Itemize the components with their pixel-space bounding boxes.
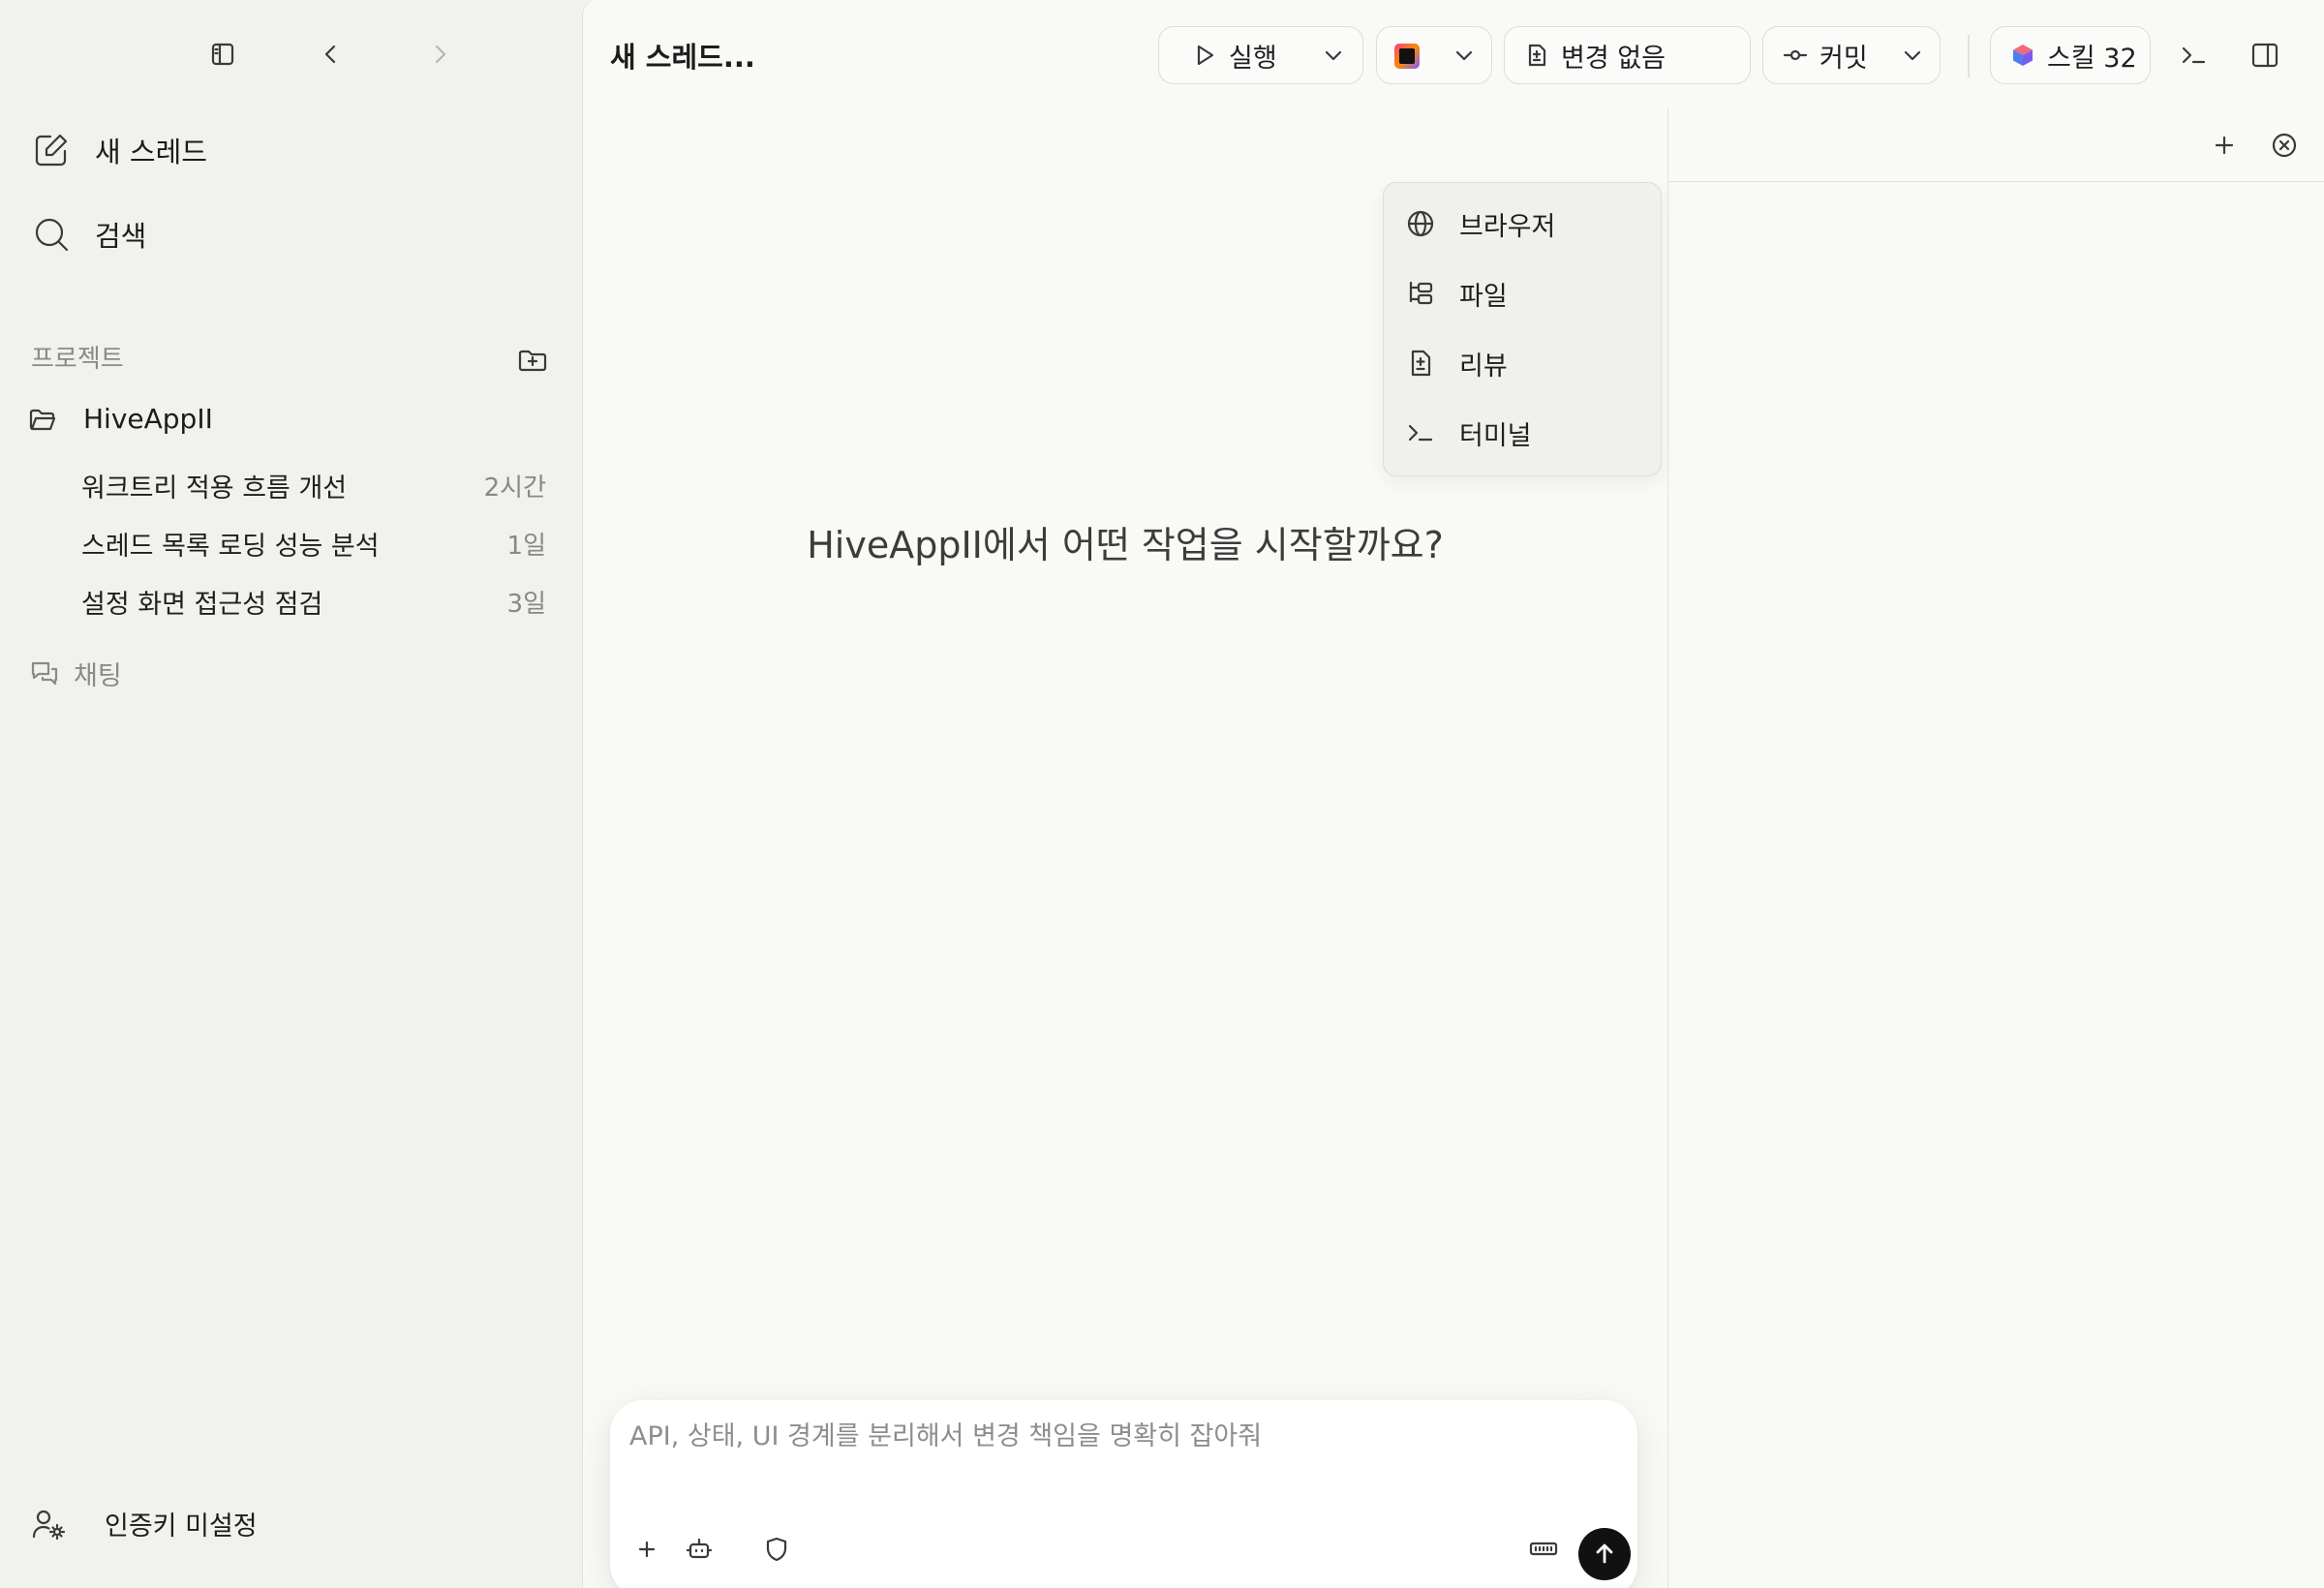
chevron-left-icon xyxy=(324,45,336,64)
close-panel-button[interactable] xyxy=(2265,126,2304,165)
thread-title: 스레드 목록 로딩 성능 분석 xyxy=(81,531,380,562)
menu-item-terminal[interactable]: 터미널 xyxy=(1405,404,1532,462)
ide-button-group[interactable] xyxy=(1376,26,1492,84)
folder-open-icon xyxy=(29,409,56,430)
panel-right-icon xyxy=(2251,43,2278,68)
forward-button[interactable] xyxy=(422,37,457,72)
thread-item[interactable]: 설정 화면 접근성 점검 3일 xyxy=(81,576,546,626)
right-panel-header xyxy=(1668,108,2324,182)
folder-plus-icon xyxy=(518,350,547,372)
user-settings-icon xyxy=(32,1510,66,1540)
search-icon xyxy=(35,218,69,252)
menu-label: 리뷰 xyxy=(1459,351,1508,382)
chevron-down-icon xyxy=(1325,50,1342,61)
diff-file-icon xyxy=(1528,44,1546,67)
changes-label: 변경 없음 xyxy=(1561,43,1666,74)
thread-item[interactable]: 워크트리 적용 흐름 개선 2시간 xyxy=(81,460,546,510)
agent-mode-button[interactable] xyxy=(680,1530,719,1569)
commit-label: 커밋 xyxy=(1819,43,1868,74)
right-panel xyxy=(1667,108,2324,1588)
run-button-group: 실행 xyxy=(1158,26,1363,84)
terminal-icon xyxy=(2182,46,2206,64)
run-button[interactable]: 실행 xyxy=(1159,37,1277,75)
add-tab-menu: 브라우저 파일 리뷰 터미널 xyxy=(1383,182,1662,476)
arrow-up-icon xyxy=(1596,1543,1613,1564)
thread-age: 1일 xyxy=(506,531,546,561)
menu-label: 터미널 xyxy=(1459,420,1532,451)
chevron-down-icon xyxy=(1455,50,1473,61)
context-usage-button[interactable] xyxy=(1524,1530,1563,1569)
file-tree-icon xyxy=(1409,281,1433,305)
top-toolbar: 새 스레드... 실행 변경 없음 커밋 스킬 32 xyxy=(583,0,2324,108)
sidebar: 새 스레드 검색 프로젝트 HiveAppII 워크트리 적용 흐름 개선 2시… xyxy=(0,0,582,1588)
thread-title: 설정 화면 접근성 점검 xyxy=(81,589,323,620)
menu-item-files[interactable]: 파일 xyxy=(1405,264,1508,322)
changes-button[interactable]: 변경 없음 xyxy=(1504,26,1751,84)
add-project-button[interactable] xyxy=(516,344,549,377)
git-commit-icon xyxy=(1783,49,1808,61)
shield-icon xyxy=(766,1537,787,1562)
search-button[interactable]: 검색 xyxy=(31,205,146,263)
toggle-sidebar-button[interactable] xyxy=(205,37,240,72)
menu-label: 파일 xyxy=(1459,281,1508,312)
new-thread-label: 새 스레드 xyxy=(95,136,207,168)
auth-label: 인증키 미설정 xyxy=(105,1512,258,1542)
welcome-message: HiveAppII에서 어떤 작업을 시작할까요? xyxy=(807,524,1444,566)
compose-icon xyxy=(35,134,68,167)
auth-key-button[interactable]: 인증키 미설정 xyxy=(31,1505,258,1542)
attach-button[interactable] xyxy=(627,1530,666,1569)
thread-item[interactable]: 스레드 목록 로딩 성능 분석 1일 xyxy=(81,518,546,568)
thread-title: 워크트리 적용 흐름 개선 xyxy=(81,473,348,504)
permissions-button[interactable] xyxy=(757,1530,796,1569)
back-button[interactable] xyxy=(314,37,349,72)
terminal-icon xyxy=(1408,424,1433,442)
close-circle-icon xyxy=(2272,133,2297,158)
menu-item-browser[interactable]: 브라우저 xyxy=(1405,195,1555,253)
commit-button-group: 커밋 xyxy=(1762,26,1941,84)
prompt-input[interactable] xyxy=(629,1421,1598,1451)
ide-dropdown-button[interactable] xyxy=(1452,44,1476,67)
commit-dropdown-button[interactable] xyxy=(1901,44,1924,67)
thread-age: 3일 xyxy=(506,589,546,619)
menu-label: 브라우저 xyxy=(1459,211,1556,242)
globe-icon xyxy=(1407,210,1434,237)
chat-nav-item[interactable]: 채팅 xyxy=(29,655,122,692)
chat-bubbles-icon xyxy=(31,661,58,685)
search-label: 검색 xyxy=(95,220,147,253)
thread-age: 2시간 xyxy=(483,473,546,503)
send-button[interactable] xyxy=(1578,1528,1631,1580)
right-panel-toggle-button[interactable] xyxy=(2247,37,2283,74)
run-label: 실행 xyxy=(1229,43,1277,74)
chevron-down-icon xyxy=(1904,50,1921,61)
plus-icon xyxy=(638,1541,656,1558)
terminal-toggle-button[interactable] xyxy=(2175,37,2212,74)
commit-button[interactable]: 커밋 xyxy=(1763,37,1868,75)
plus-icon xyxy=(2215,136,2234,155)
chevron-right-icon xyxy=(435,45,446,64)
sidebar-icon xyxy=(211,43,234,66)
chat-label: 채팅 xyxy=(74,661,122,691)
diff-file-icon xyxy=(1411,350,1431,377)
menu-item-review[interactable]: 리뷰 xyxy=(1405,334,1508,392)
ide-icon xyxy=(1394,44,1420,69)
toolbar-divider xyxy=(1968,35,1970,77)
robot-icon xyxy=(686,1538,713,1559)
add-tab-button[interactable] xyxy=(2205,126,2244,165)
projects-heading: 프로젝트 xyxy=(31,345,124,374)
thread-title-header[interactable]: 새 스레드... xyxy=(610,35,755,76)
project-item[interactable]: HiveAppII xyxy=(27,403,213,435)
run-dropdown-button[interactable] xyxy=(1322,44,1345,67)
memory-chip-icon xyxy=(1529,1542,1558,1556)
play-icon xyxy=(1197,45,1214,66)
composer xyxy=(610,1400,1637,1588)
skills-button[interactable]: 스킬 32 xyxy=(1990,26,2151,84)
cube-icon xyxy=(2013,45,2033,66)
project-name: HiveAppII xyxy=(83,403,213,435)
skills-label: 스킬 32 xyxy=(2047,43,2137,74)
new-thread-button[interactable]: 새 스레드 xyxy=(31,121,207,179)
